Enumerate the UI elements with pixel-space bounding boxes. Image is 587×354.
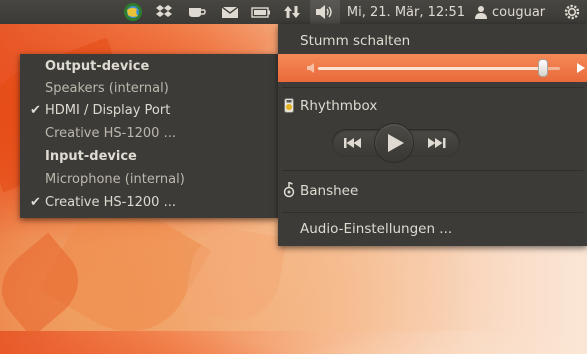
session-indicator[interactable] [560,0,584,24]
separator [282,87,583,88]
output-creative-item[interactable]: Creative HS-1200 ... [20,123,278,145]
sound-indicator[interactable] [310,0,340,24]
volume-slider-knob[interactable] [538,59,549,77]
datetime-label: Mi, 21. Mär, 12:51 [346,4,466,20]
battery-icon [251,6,270,18]
network-arrows-icon [284,6,300,18]
input-microphone-item[interactable]: Microphone (internal) [20,169,278,191]
audio-settings-item[interactable]: Audio-Einstellungen ... [278,218,587,240]
mute-item[interactable]: Stumm schalten [278,30,587,52]
play-button[interactable] [375,124,413,162]
input-device-heading: Input-device [45,149,137,164]
next-icon [428,138,446,148]
sound-menu: Stumm schalten Rhythmbox Banshee Audio-E… [278,24,587,246]
previous-button[interactable] [344,136,362,154]
separator [282,212,583,213]
username-label: couguar [492,4,546,20]
input-creative-item[interactable]: ✔ Creative HS-1200 ... [20,192,278,214]
checkmark-icon: ✔ [30,103,41,118]
ubuntu-globe-icon [124,3,142,21]
mail-icon [221,5,239,18]
banshee-icon [283,182,295,198]
volume-slider-row[interactable] [278,54,587,82]
rhythmbox-icon [284,98,294,113]
battery-indicator[interactable] [249,0,273,24]
dropbox-icon [156,5,172,17]
volume-low-icon [307,63,314,73]
output-hdmi-item[interactable]: ✔ HDMI / Display Port [20,100,278,122]
volume-slider-fill [318,67,544,70]
transport-controls [332,124,460,162]
network-indicator[interactable] [280,0,304,24]
separator [282,170,583,171]
power-gear-icon [564,4,580,20]
speaker-icon [316,5,332,19]
volume-slider-track[interactable] [318,59,560,77]
checkmark-icon: ✔ [30,195,41,210]
wallpaper-leaf [182,222,288,328]
clock-indicator[interactable]: Mi, 21. Mär, 12:51 [344,0,468,24]
play-icon [388,134,404,152]
volume-high-icon [577,63,585,73]
dropbox-indicator[interactable] [152,0,176,24]
banshee-player-item[interactable]: Banshee [278,180,587,202]
caffeine-indicator[interactable] [184,0,210,24]
top-panel: Mi, 21. Mär, 12:51 couguar [0,0,587,24]
next-button[interactable] [428,136,446,154]
output-speakers-item[interactable]: Speakers (internal) [20,78,278,100]
user-icon [475,6,487,19]
messaging-indicator[interactable] [218,0,242,24]
device-menu: Output-device Speakers (internal) ✔ HDMI… [20,54,278,218]
rhythmbox-player-item[interactable]: Rhythmbox [278,95,587,117]
output-device-heading: Output-device [45,59,150,74]
previous-icon [344,138,361,148]
user-indicator[interactable]: couguar [474,0,554,24]
ubuntu-one-indicator[interactable] [120,0,146,24]
cup-icon [189,8,206,17]
